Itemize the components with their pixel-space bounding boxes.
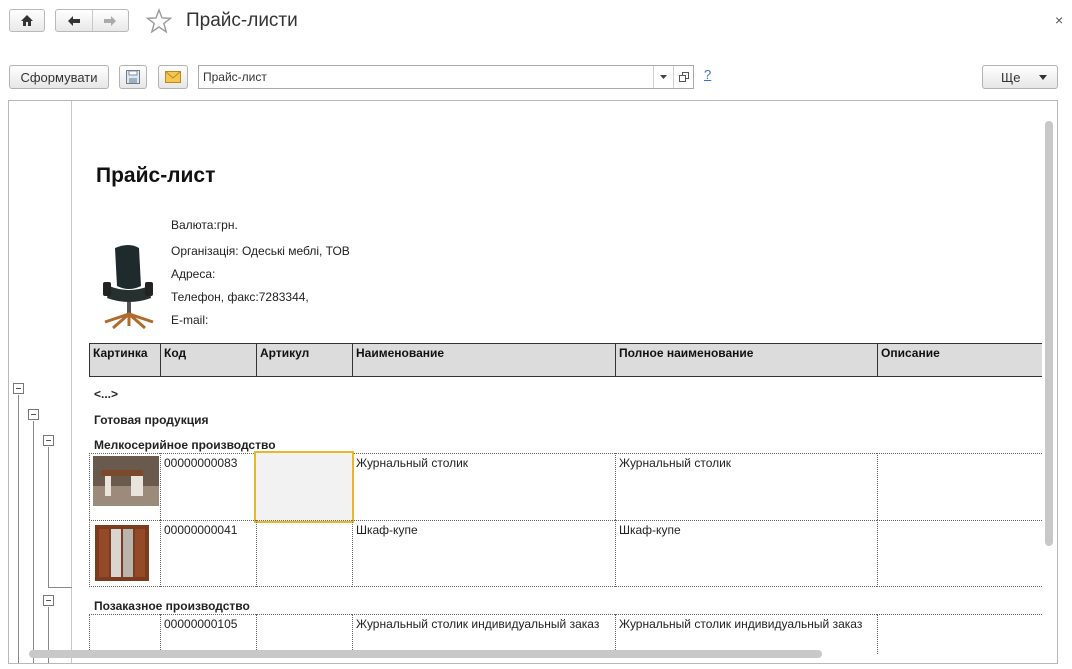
collapse-group-icon[interactable]: [43, 435, 54, 446]
open-button[interactable]: [673, 66, 693, 88]
collapse-group-icon[interactable]: [13, 383, 24, 394]
image-cell[interactable]: [89, 453, 160, 520]
horizontal-scrollbar[interactable]: [29, 650, 822, 658]
back-button[interactable]: [56, 10, 92, 31]
selected-cell-outline: [254, 451, 354, 523]
column-header-image[interactable]: Картинка: [89, 343, 160, 377]
save-button[interactable]: [119, 65, 147, 89]
chevron-down-icon: [660, 75, 667, 79]
description-cell[interactable]: [877, 453, 1042, 520]
coffee-table-photo: [93, 456, 159, 506]
image-cell[interactable]: [89, 520, 160, 587]
chair-logo: [103, 245, 154, 330]
full-name-cell[interactable]: Журнальный столик индивидуальный заказ: [615, 614, 877, 654]
window-title: Прайс-листи: [186, 10, 298, 31]
currency-line: Валюта:грн.: [171, 218, 238, 232]
group-finished-products[interactable]: Готовая продукция: [94, 413, 208, 427]
image-cell[interactable]: [89, 614, 160, 654]
dropdown-button[interactable]: [653, 66, 673, 88]
column-header-article[interactable]: Артикул: [256, 343, 352, 377]
home-icon: [21, 15, 33, 26]
home-button[interactable]: [9, 9, 45, 32]
column-header-code[interactable]: Код: [160, 343, 256, 377]
email-line: E-mail:: [171, 313, 209, 327]
description-cell[interactable]: [877, 520, 1042, 587]
group-line: [18, 395, 19, 663]
generate-button[interactable]: Сформувати: [9, 65, 109, 89]
code-cell[interactable]: 00000000041: [160, 520, 256, 587]
arrow-right-icon: [104, 15, 117, 26]
group-custom-order[interactable]: Позаказное производство: [94, 599, 250, 613]
star-icon[interactable]: [146, 8, 172, 34]
column-header-description[interactable]: Описание: [877, 343, 1042, 377]
article-cell[interactable]: [256, 614, 352, 654]
help-link[interactable]: ?: [704, 67, 711, 82]
more-menu-button[interactable]: Ще: [982, 65, 1058, 89]
report-document[interactable]: Прайс-лист Валюта:грн. Організація: Одес…: [8, 100, 1058, 664]
report-title: Прайс-лист: [96, 164, 216, 187]
more-menu-label: Ще: [1001, 69, 1021, 85]
phone-line: Телефон, факс:7283344,: [171, 290, 309, 304]
address-line: Адреса:: [171, 267, 216, 281]
full-name-cell[interactable]: Шкаф-купе: [615, 520, 877, 587]
open-window-icon: [678, 72, 689, 82]
name-cell[interactable]: Шкаф-купе: [352, 520, 615, 587]
vertical-scrollbar[interactable]: [1045, 121, 1053, 546]
group-line: [48, 587, 72, 588]
send-email-button[interactable]: [158, 65, 188, 89]
grouping-panel: [9, 101, 72, 663]
price-list-type-field[interactable]: Прайс-лист: [198, 65, 694, 89]
group-line: [33, 421, 34, 663]
name-cell[interactable]: Журнальный столик: [352, 453, 615, 520]
arrow-left-icon: [67, 15, 80, 26]
ellipsis-row[interactable]: <...>: [94, 387, 118, 401]
description-cell[interactable]: [877, 614, 1042, 654]
collapse-group-icon[interactable]: [43, 595, 54, 606]
close-icon[interactable]: ×: [1055, 12, 1069, 28]
code-cell[interactable]: 00000000105: [160, 614, 256, 654]
group-line: [48, 447, 49, 587]
floppy-disk-icon: [126, 70, 140, 84]
history-navigation: [55, 9, 129, 32]
envelope-icon: [165, 71, 181, 83]
chevron-down-icon: [1039, 75, 1047, 80]
column-header-name[interactable]: Наименование: [352, 343, 615, 377]
wardrobe-photo: [95, 525, 149, 581]
code-cell[interactable]: 00000000083: [160, 453, 256, 520]
forward-button[interactable]: [91, 10, 129, 31]
price-list-type-value[interactable]: Прайс-лист: [199, 66, 653, 88]
name-cell[interactable]: Журнальный столик индивидуальный заказ: [352, 614, 615, 654]
collapse-group-icon[interactable]: [28, 409, 39, 420]
organization-line: Організація: Одеські меблі, ТОВ: [171, 244, 350, 258]
group-small-batch[interactable]: Мелкосерийное производство: [94, 438, 276, 452]
column-header-full-name[interactable]: Полное наименование: [615, 343, 877, 377]
article-cell[interactable]: [256, 520, 352, 587]
full-name-cell[interactable]: Журнальный столик: [615, 453, 877, 520]
